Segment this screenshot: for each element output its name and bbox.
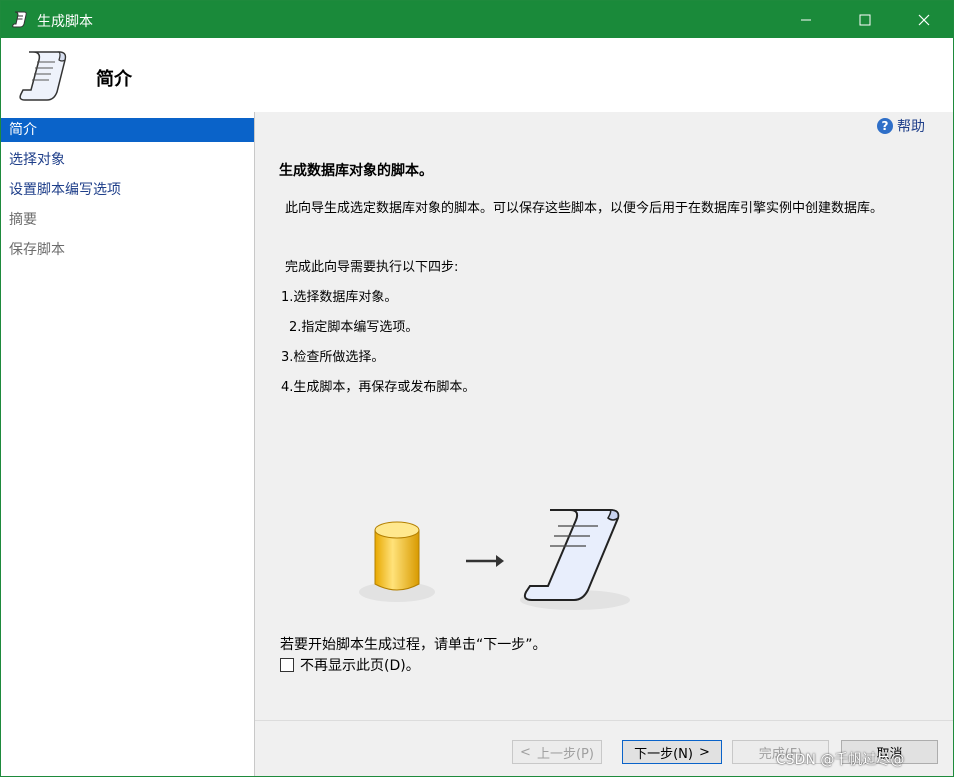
database-to-script-illustration bbox=[359, 509, 630, 610]
step-item: 3.检查所做选择。 bbox=[281, 350, 385, 365]
arrow-right-icon bbox=[466, 555, 504, 567]
nav-item-save-script: 保存脚本 bbox=[9, 242, 65, 258]
scroll-icon bbox=[520, 509, 630, 610]
chevron-left-icon: < bbox=[520, 744, 531, 760]
watermark: CSDN @千帆过尽@ bbox=[776, 752, 905, 768]
help-icon: ? bbox=[877, 118, 893, 134]
nav-item-script-options[interactable]: 设置脚本编写选项 bbox=[1, 178, 254, 202]
step-item: 4.生成脚本，再保存或发布脚本。 bbox=[281, 380, 476, 395]
minimize-button[interactable] bbox=[777, 1, 835, 38]
chevron-right-icon: > bbox=[698, 744, 710, 760]
title-bar[interactable]: 生成脚本 bbox=[1, 1, 953, 38]
minimize-icon bbox=[801, 19, 811, 20]
next-button[interactable]: 下一步(N) > bbox=[622, 740, 722, 764]
database-icon bbox=[359, 521, 435, 602]
nav-item-select-objects[interactable]: 选择对象 bbox=[1, 148, 254, 172]
window-title: 生成脚本 bbox=[37, 14, 93, 30]
help-label: 帮助 bbox=[897, 119, 925, 135]
previous-button-label: 上一步(P) bbox=[536, 746, 594, 762]
maximize-button[interactable] bbox=[836, 1, 894, 38]
steps-intro: 完成此向导需要执行以下四步: bbox=[285, 260, 459, 275]
script-icon bbox=[12, 11, 27, 28]
page-header: 简介 bbox=[1, 38, 953, 112]
dont-show-again-option[interactable]: 不再显示此页(D)。 bbox=[280, 655, 420, 675]
nav-item-intro[interactable]: 简介 bbox=[1, 118, 254, 142]
wizard-window: 生成脚本 简介 简介 选择对象 设置脚本编写选项 摘要 保存脚本 ? 帮助 生成… bbox=[0, 0, 954, 777]
maximize-icon bbox=[859, 14, 871, 25]
previous-button[interactable]: < 上一步(P) bbox=[512, 740, 602, 764]
step-item: 1.选择数据库对象。 bbox=[281, 290, 398, 305]
step-item: 2.指定脚本编写选项。 bbox=[289, 320, 419, 335]
next-button-label: 下一步(N) bbox=[634, 746, 693, 762]
help-link[interactable]: ? 帮助 bbox=[877, 116, 925, 136]
dont-show-again-checkbox[interactable] bbox=[280, 658, 294, 672]
dont-show-again-label: 不再显示此页(D)。 bbox=[300, 658, 420, 674]
start-instruction: 若要开始脚本生成过程，请单击“下一步”。 bbox=[280, 637, 547, 653]
close-icon bbox=[918, 14, 930, 25]
scroll-icon bbox=[19, 51, 67, 101]
close-button[interactable] bbox=[895, 1, 953, 38]
page-title: 简介 bbox=[96, 69, 132, 90]
nav-item-summary: 摘要 bbox=[9, 212, 37, 228]
content-heading: 生成数据库对象的脚本。 bbox=[279, 163, 433, 179]
wizard-nav: 简介 选择对象 设置脚本编写选项 摘要 保存脚本 bbox=[1, 112, 255, 776]
content-description: 此向导生成选定数据库对象的脚本。可以保存这些脚本，以便今后用于在数据库引擎实例中… bbox=[285, 201, 884, 216]
content-panel: ? 帮助 生成数据库对象的脚本。 此向导生成选定数据库对象的脚本。可以保存这些脚… bbox=[255, 112, 953, 720]
